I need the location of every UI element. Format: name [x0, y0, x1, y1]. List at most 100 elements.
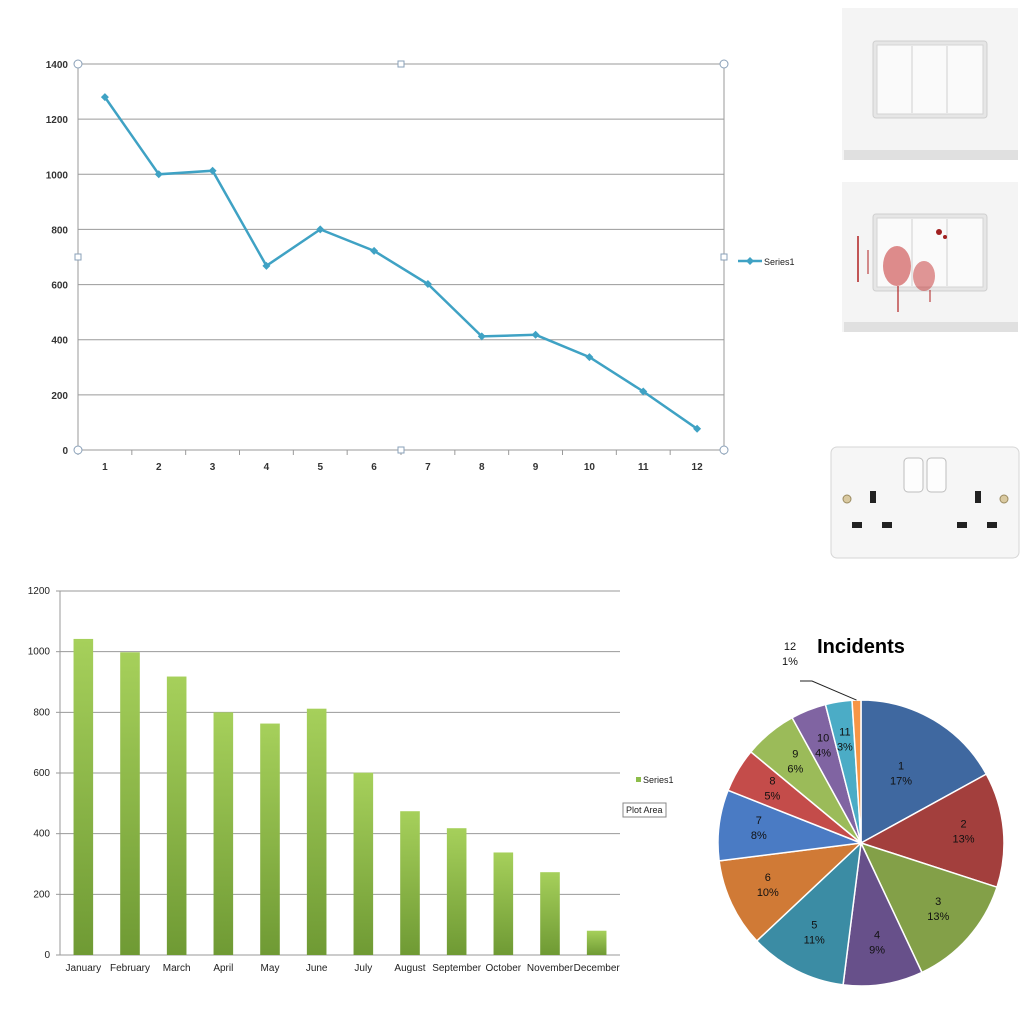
resize-handle-edge[interactable]	[397, 446, 405, 454]
bar-chart-bar[interactable]	[540, 872, 560, 955]
bar-chart-bar[interactable]	[586, 930, 607, 955]
bar-chart-y-tick-label: 1200	[28, 586, 51, 597]
bar-chart-bars[interactable]	[73, 638, 607, 955]
resize-handle-corner[interactable]	[73, 445, 83, 455]
pie-chart-slice-percent: 1%	[782, 656, 798, 668]
pie-chart-slice-label: 6	[765, 872, 771, 884]
line-chart: 0200400600800100012001400 1 2 3 4 5 6 7 8 9 10 11 1…	[46, 59, 795, 473]
line-chart-x-tick-label: 4	[264, 462, 270, 473]
line-chart-x-tick-label: 1	[102, 462, 108, 473]
line-chart-legend[interactable]: Series1	[738, 257, 795, 267]
pie-chart-slice-label: 1	[898, 760, 904, 772]
pie-chart-slice-percent: 13%	[927, 911, 949, 923]
pie-chart-slice-percent: 17%	[890, 775, 912, 787]
line-chart-x-tick-label: 8	[479, 462, 485, 473]
pie-chart-slice-label: 5	[811, 920, 817, 932]
pie-chart-slice-label: 7	[756, 815, 762, 827]
line-chart-gridlines	[78, 63, 724, 451]
pie-chart-slice-label: 9	[792, 749, 798, 761]
pie-chart-slice-percent: 9%	[869, 945, 885, 957]
pie-chart-slice-percent: 5%	[764, 791, 780, 803]
bar-chart-x-tick-label: November	[527, 963, 574, 974]
bar-chart-bar[interactable]	[120, 652, 140, 955]
bar-chart-x-ticks: January February March April May June July Augu…	[66, 963, 621, 974]
pie-chart-slice-label: 11	[839, 726, 850, 738]
pie-chart: Incidents 1 17% 2 13% 3 13% 4 9% 5 11% 6 10% 7 8% 8 5% 9…	[717, 636, 1005, 987]
bar-chart-y-tick-label: 200	[33, 889, 50, 900]
bar-chart-x-tick-label: May	[261, 963, 280, 974]
bar-chart: 0 200 400 600 800 1000 1200 January February Mar…	[28, 586, 674, 974]
wall-socket-photo	[830, 446, 1020, 559]
bar-chart-y-tick-label: 600	[33, 768, 50, 779]
bar-chart-x-tick-label: March	[163, 963, 191, 974]
pie-chart-slice-percent: 6%	[787, 764, 803, 776]
pie-chart-slice-percent: 10%	[757, 887, 779, 899]
line-chart-y-tick-label: 0	[62, 446, 68, 457]
bar-chart-y-tick-label: 1000	[28, 647, 51, 658]
bar-chart-bar[interactable]	[73, 638, 94, 955]
line-chart-x-tick-label: 10	[584, 462, 596, 473]
bar-chart-bar[interactable]	[446, 828, 467, 955]
bar-chart-y-tick-label: 0	[44, 950, 50, 961]
line-chart-y-tick-label: 1000	[46, 170, 69, 181]
plot-area-tooltip-text: Plot Area	[626, 805, 663, 815]
line-chart-x-tick-label: 3	[210, 462, 216, 473]
bar-chart-bar[interactable]	[353, 772, 374, 955]
line-chart-y-tick-label: 1400	[46, 60, 69, 71]
line-chart-x-tick-label: 2	[156, 462, 162, 473]
bar-chart-y-tick-label: 800	[33, 707, 50, 718]
bar-chart-bar[interactable]	[260, 723, 280, 955]
resize-handle-edge[interactable]	[74, 253, 82, 261]
pie-chart-leader-line	[800, 680, 857, 701]
bar-chart-bar[interactable]	[166, 676, 187, 955]
pie-chart-title: Incidents	[817, 636, 905, 658]
line-chart-x-tick-label: 6	[371, 462, 377, 473]
bar-chart-legend-label: Series1	[643, 775, 674, 785]
line-chart-series1-line[interactable]	[103, 96, 698, 430]
resize-handle-corner[interactable]	[719, 445, 729, 455]
bar-chart-bar[interactable]	[213, 712, 234, 955]
bar-chart-x-tick-label: February	[110, 963, 150, 974]
line-chart-plot-area[interactable]	[77, 63, 725, 451]
line-chart-y-tick-label: 200	[51, 391, 68, 402]
resize-handle-corner[interactable]	[719, 59, 729, 69]
line-chart-series1-markers[interactable]	[100, 93, 702, 433]
resize-handle-corner[interactable]	[73, 59, 83, 69]
bar-chart-bar[interactable]	[400, 811, 420, 955]
plot-area-tooltip: Plot Area	[622, 802, 667, 818]
line-chart-legend-label: Series1	[764, 257, 795, 267]
bar-chart-x-tick-label: September	[432, 963, 482, 974]
bar-chart-x-tick-label: July	[354, 963, 372, 974]
pie-chart-slice-percent: 13%	[952, 833, 974, 845]
bar-chart-x-tick-label: January	[66, 963, 102, 974]
bar-chart-x-tick-label: December	[574, 963, 621, 974]
bar-chart-gridlines	[60, 590, 620, 956]
pie-chart-slice-label: 8	[769, 776, 775, 788]
line-chart-x-tick-label: 7	[425, 462, 431, 473]
resize-handle-edge[interactable]	[720, 253, 728, 261]
figure-canvas: 0200400600800100012001400 1 2 3 4 5 6 7 8 9 10 11 1…	[28, 8, 1020, 987]
pie-chart-slice-label: 2	[960, 818, 966, 830]
bar-chart-y-tick-label: 400	[33, 829, 50, 840]
light-switch-clean-photo	[842, 8, 1018, 160]
bar-chart-legend[interactable]: Series1	[636, 775, 674, 785]
bar-chart-x-tick-label: August	[394, 963, 425, 974]
bar-chart-legend-swatch	[636, 777, 641, 782]
pie-chart-slice-percent: 3%	[837, 741, 853, 753]
line-chart-x-tick-label: 9	[533, 462, 539, 473]
line-chart-x-tick-label: 11	[638, 462, 649, 473]
resize-handle-edge[interactable]	[397, 60, 405, 68]
pie-chart-slice-label: 4	[874, 930, 880, 942]
line-chart-y-tick-label: 600	[51, 281, 68, 292]
bar-chart-x-tick-label: October	[486, 963, 522, 974]
bar-chart-bar[interactable]	[306, 708, 327, 955]
line-chart-x-tick-label: 5	[317, 462, 323, 473]
bar-chart-bar[interactable]	[493, 852, 514, 955]
bar-chart-x-tick-label: June	[306, 963, 328, 974]
line-chart-data-point[interactable]	[531, 330, 540, 339]
line-chart-y-ticks: 0 200 400 600 800 1000 1200 1400	[46, 60, 69, 457]
line-chart-y-tick-label: 800	[51, 225, 68, 236]
pie-chart-slice-label: 10	[817, 732, 829, 744]
pie-chart-slice-percent: 4%	[815, 747, 831, 759]
pie-chart-slice-label: 3	[935, 896, 941, 908]
